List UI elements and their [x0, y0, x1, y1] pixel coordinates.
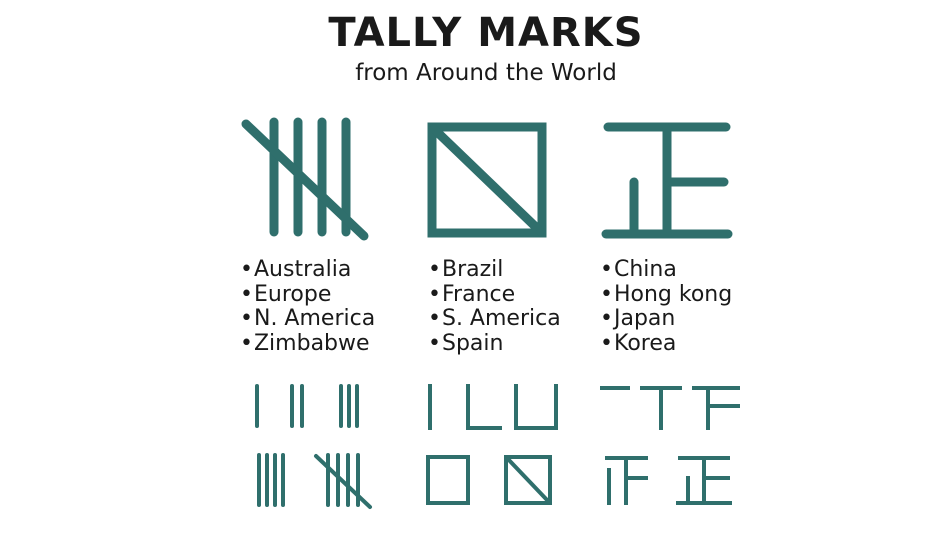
tally-two-icon	[290, 384, 304, 428]
zheng-progression-icons	[600, 386, 740, 505]
tally-four-icon	[257, 453, 285, 507]
country-list-square: Brazil France S. America Spain	[428, 257, 561, 357]
zheng-four-icon	[605, 456, 648, 505]
square-five-small-icon	[504, 455, 552, 505]
zheng-three-icon	[692, 386, 740, 430]
infographic: TALLY MARKS from Around the World • Aust…	[224, 0, 748, 534]
country-item: Spain	[428, 331, 561, 357]
country-list-zheng: China Hong kong Japan Korea	[600, 257, 732, 357]
country-item: Brazil	[428, 257, 561, 283]
country-item: Korea	[600, 331, 732, 357]
zheng-five-large-icon	[601, 122, 733, 239]
tally-three-icon	[339, 384, 359, 428]
square-two-icon	[466, 384, 502, 430]
country-item: Europe	[240, 282, 375, 308]
tally-progression-icons	[255, 384, 372, 509]
country-item: Australia	[240, 257, 375, 283]
tally-five-large-icon	[241, 117, 369, 241]
country-item: France	[428, 282, 561, 308]
square-four-icon	[426, 455, 470, 505]
country-list-tally: Australia Europe N. America Zimbabwe	[240, 257, 375, 357]
country-item: Japan	[600, 306, 732, 332]
tally-five-small-icon	[314, 453, 372, 509]
country-item: China	[600, 257, 732, 283]
square-three-icon	[514, 384, 558, 430]
square-five-large-icon	[427, 122, 547, 238]
square-progression-icons	[426, 384, 558, 505]
zheng-five-small-icon	[676, 456, 732, 505]
country-item: S. America	[428, 306, 561, 332]
country-item: Zimbabwe	[240, 331, 375, 357]
zheng-two-icon	[640, 386, 682, 430]
page: TALLY MARKS from Around the World • Aust…	[0, 0, 948, 534]
country-item: N. America	[240, 306, 375, 332]
country-item: Hong kong	[600, 282, 732, 308]
